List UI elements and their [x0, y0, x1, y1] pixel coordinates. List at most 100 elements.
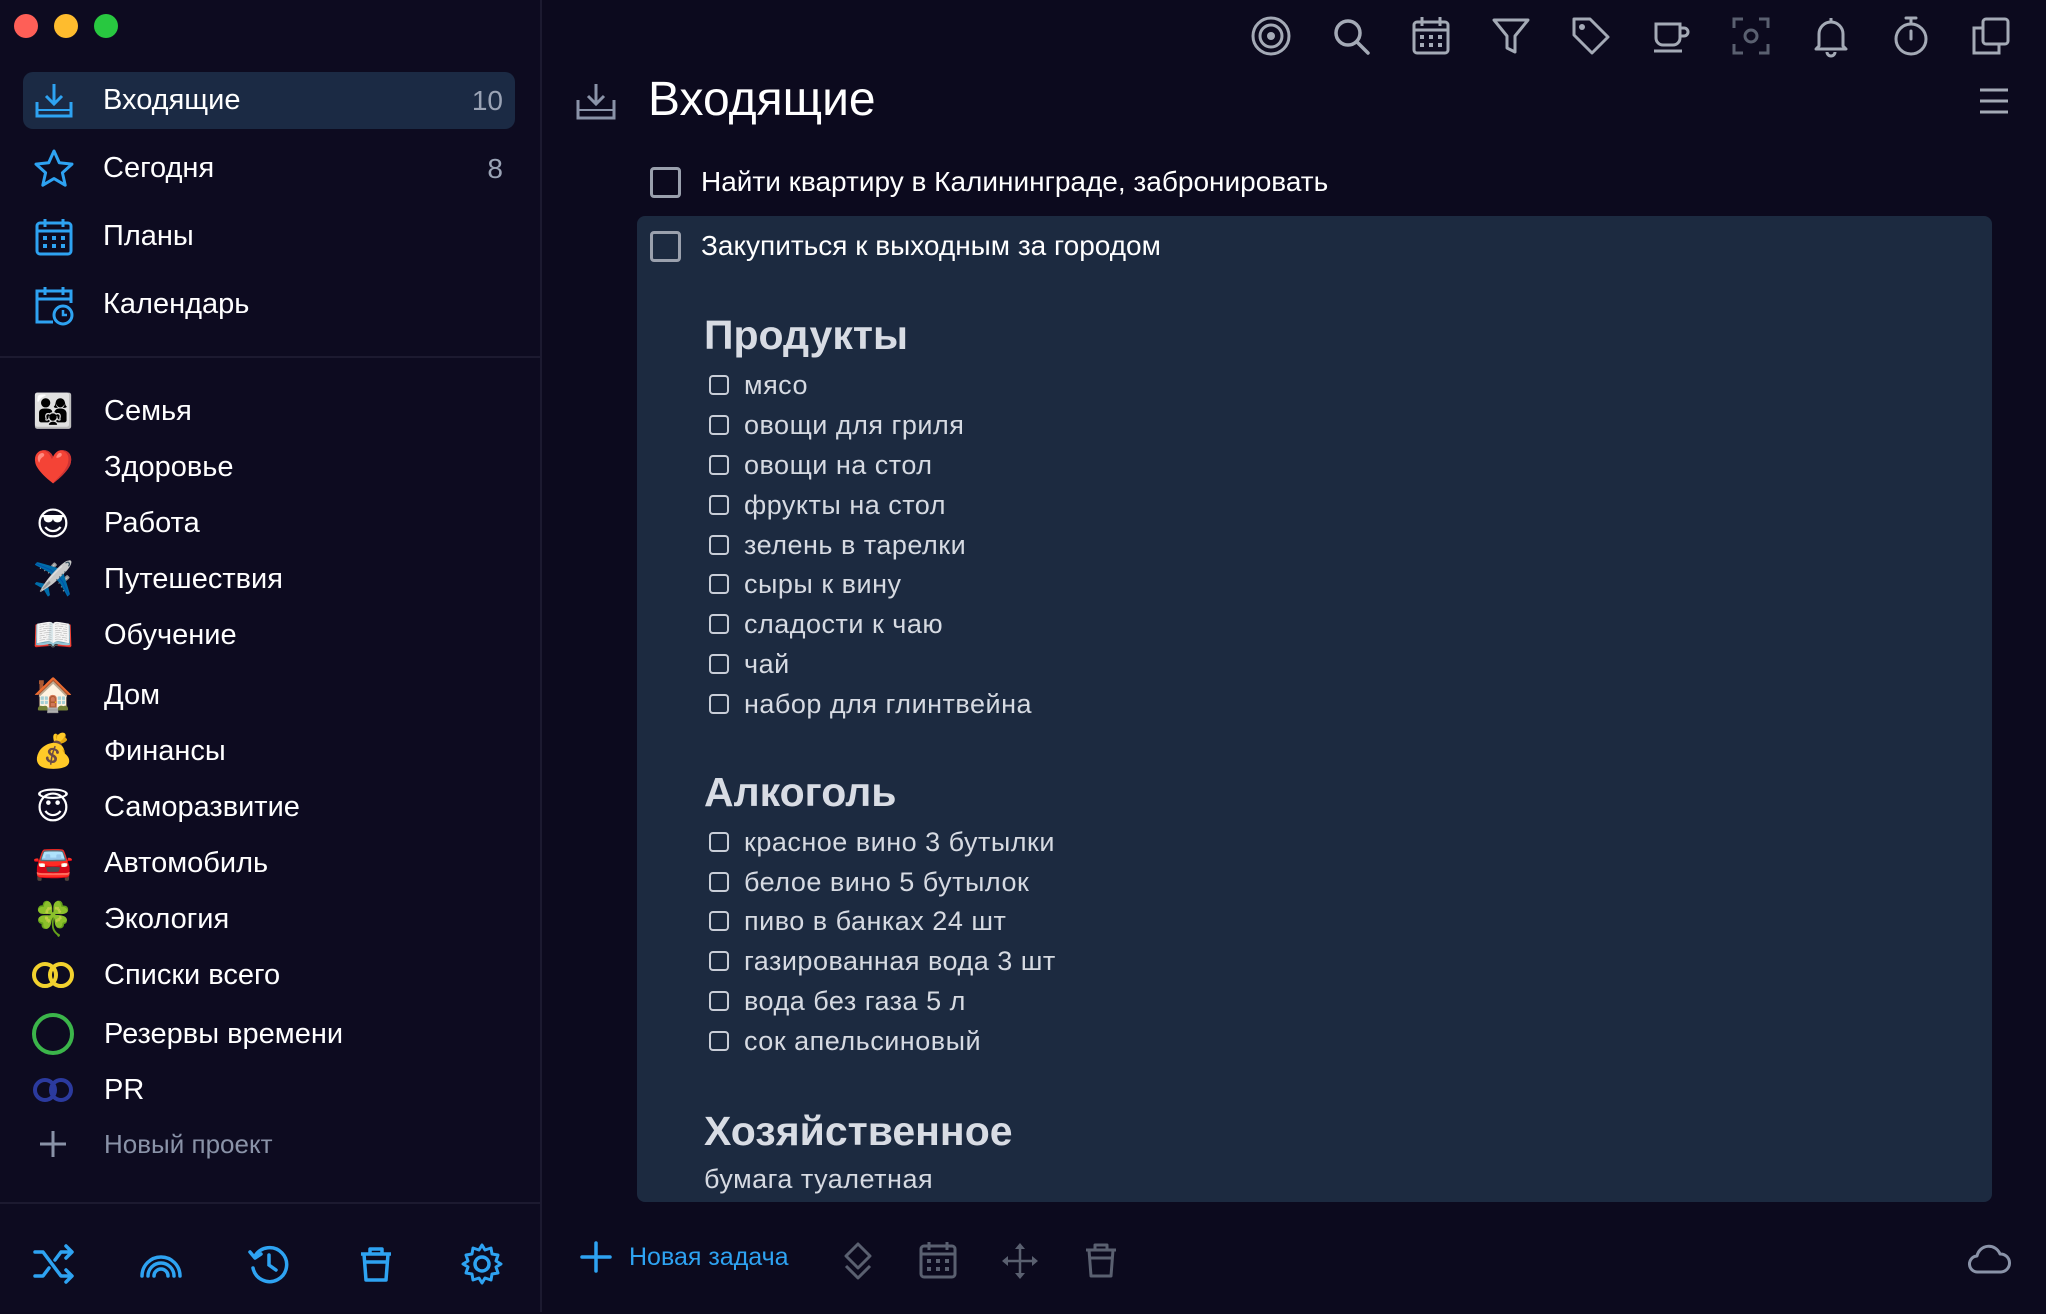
project-ecology[interactable]: 🍀 Экология — [30, 895, 510, 943]
house-icon: 🏠 — [32, 675, 74, 714]
checklist-checkbox[interactable] — [709, 614, 729, 634]
tag-icon[interactable] — [1569, 14, 1613, 58]
project-health[interactable]: ❤️ Здоровье — [30, 443, 510, 491]
rainbow-icon[interactable] — [139, 1242, 183, 1286]
sidebar-item-inbox[interactable]: Входящие 10 — [23, 72, 515, 129]
project-self-development[interactable]: 😇 Саморазвитие — [30, 783, 510, 831]
project-time-reserves[interactable]: Резервы времени — [30, 1010, 510, 1058]
checklist-item[interactable]: пиво в банках 24 шт — [709, 903, 1006, 939]
project-home[interactable]: 🏠 Дом — [30, 671, 510, 719]
close-window-button[interactable] — [14, 14, 38, 38]
note-section-title: Продукты — [704, 312, 908, 358]
checklist-item[interactable]: зелень в тарелки — [709, 527, 966, 563]
sunglasses-face-icon: 😎 — [35, 503, 71, 543]
search-icon[interactable] — [1329, 14, 1373, 58]
checklist-item[interactable]: сладости к чаю — [709, 606, 943, 642]
checklist-checkbox[interactable] — [709, 911, 729, 931]
project-car[interactable]: 🚘 Автомобиль — [30, 839, 510, 887]
minimize-window-button[interactable] — [54, 14, 78, 38]
checklist-checkbox[interactable] — [709, 694, 729, 714]
note-section-title: Алкоголь — [704, 769, 897, 815]
checklist-checkbox[interactable] — [709, 375, 729, 395]
gear-icon[interactable] — [460, 1242, 504, 1286]
task-checkbox[interactable] — [650, 166, 681, 198]
checklist-text: пиво в банках 24 шт — [744, 905, 1007, 936]
checklist-item[interactable]: красное вино 3 бутылки — [709, 824, 1055, 860]
checklist-item[interactable]: белое вино 5 бутылок — [709, 864, 1029, 900]
new-task-button[interactable]: Новая задача — [579, 1240, 789, 1274]
move-icon[interactable] — [999, 1240, 1041, 1282]
bell-icon[interactable] — [1809, 14, 1853, 58]
checklist-checkbox[interactable] — [709, 415, 729, 435]
project-family[interactable]: 👨‍👩‍👧 Семья — [30, 387, 510, 435]
project-education[interactable]: 📖 Обучение — [30, 611, 510, 659]
trash-icon[interactable] — [1081, 1240, 1121, 1280]
plus-icon — [40, 1131, 66, 1157]
money-bag-icon: 💰 — [32, 731, 74, 770]
screenshot-focus-icon[interactable] — [1729, 14, 1773, 58]
checklist-checkbox[interactable] — [709, 574, 729, 594]
shuffle-icon[interactable] — [32, 1242, 76, 1286]
project-work[interactable]: 😎 Работа — [30, 499, 510, 547]
project-pr[interactable]: PR — [30, 1066, 510, 1114]
sidebar-item-today[interactable]: Сегодня 8 — [23, 140, 515, 197]
checklist-item[interactable]: вода без газа 5 л — [709, 983, 966, 1019]
task-checkbox[interactable] — [650, 230, 681, 262]
trash-icon[interactable] — [354, 1242, 398, 1286]
checklist-text: фрукты на стол — [744, 489, 946, 520]
timer-icon[interactable] — [1889, 14, 1933, 58]
sidebar-item-plans[interactable]: Планы — [23, 208, 515, 265]
copy-windows-icon[interactable] — [1969, 14, 2013, 58]
priority-icon[interactable] — [838, 1240, 878, 1284]
project-lists[interactable]: Списки всего — [30, 951, 510, 999]
checklist-checkbox[interactable] — [709, 832, 729, 852]
filter-icon[interactable] — [1489, 14, 1533, 58]
checklist-checkbox[interactable] — [709, 1031, 729, 1051]
checklist-item[interactable]: набор для глинтвейна — [709, 686, 1032, 722]
checklist-checkbox[interactable] — [709, 455, 729, 475]
checklist-item[interactable]: газированная вода 3 шт — [709, 943, 1056, 979]
today-count: 8 — [487, 152, 503, 184]
calendar-icon[interactable] — [918, 1240, 958, 1280]
sidebar: Входящие 10 Сегодня 8 Планы Календарь 👨‍… — [0, 0, 542, 1312]
checklist-item[interactable]: овощи на стол — [709, 447, 933, 483]
checklist-item[interactable]: сыры к вину — [709, 566, 901, 602]
task-detail-card[interactable]: Закупиться к выходным за городом Продукт… — [637, 216, 1992, 1202]
focus-target-icon[interactable] — [1249, 14, 1293, 58]
checklist-checkbox[interactable] — [709, 495, 729, 515]
project-travel[interactable]: ✈️ Путешествия — [30, 555, 510, 603]
calendar-grid-icon — [35, 219, 73, 256]
checklist-item[interactable]: чай — [709, 646, 790, 682]
checklist-text: мясо — [744, 369, 809, 400]
divider — [0, 356, 540, 358]
menu-icon[interactable] — [1978, 86, 2010, 116]
task-row[interactable]: Найти квартиру в Калининграде, заброниро… — [650, 166, 1328, 198]
maximize-window-button[interactable] — [94, 14, 118, 38]
project-label: Финансы — [104, 734, 226, 767]
checklist-item[interactable]: фрукты на стол — [709, 487, 946, 523]
history-icon[interactable] — [247, 1242, 291, 1286]
coffee-cup-icon[interactable] — [1649, 14, 1693, 58]
checklist-text: красное вино 3 бутылки — [744, 826, 1055, 857]
calendar-icon[interactable] — [1409, 14, 1453, 58]
checklist-checkbox[interactable] — [709, 991, 729, 1011]
checklist-item[interactable]: овощи для гриля — [709, 407, 964, 443]
checklist-checkbox[interactable] — [709, 654, 729, 674]
inbox-icon — [576, 84, 616, 120]
new-project-button[interactable]: Новый проект — [30, 1120, 510, 1168]
checklist-checkbox[interactable] — [709, 951, 729, 971]
project-label: Путешествия — [104, 562, 283, 595]
task-row[interactable]: Закупиться к выходным за городом — [650, 230, 1161, 262]
project-label: Резервы времени — [104, 1017, 344, 1050]
star-icon — [34, 149, 74, 187]
checklist-checkbox[interactable] — [709, 872, 729, 892]
project-finance[interactable]: 💰 Финансы — [30, 727, 510, 775]
checklist-item[interactable]: сок апельсиновый — [709, 1023, 981, 1059]
sidebar-item-calendar[interactable]: Календарь — [23, 276, 515, 333]
clover-icon: 🍀 — [32, 899, 74, 938]
cloud-sync-icon[interactable] — [1967, 1244, 2011, 1276]
family-icon: 👨‍👩‍👧 — [32, 391, 74, 430]
checklist-checkbox[interactable] — [709, 535, 729, 555]
checklist-item[interactable]: мясо — [709, 367, 808, 403]
project-label: Автомобиль — [104, 846, 269, 879]
